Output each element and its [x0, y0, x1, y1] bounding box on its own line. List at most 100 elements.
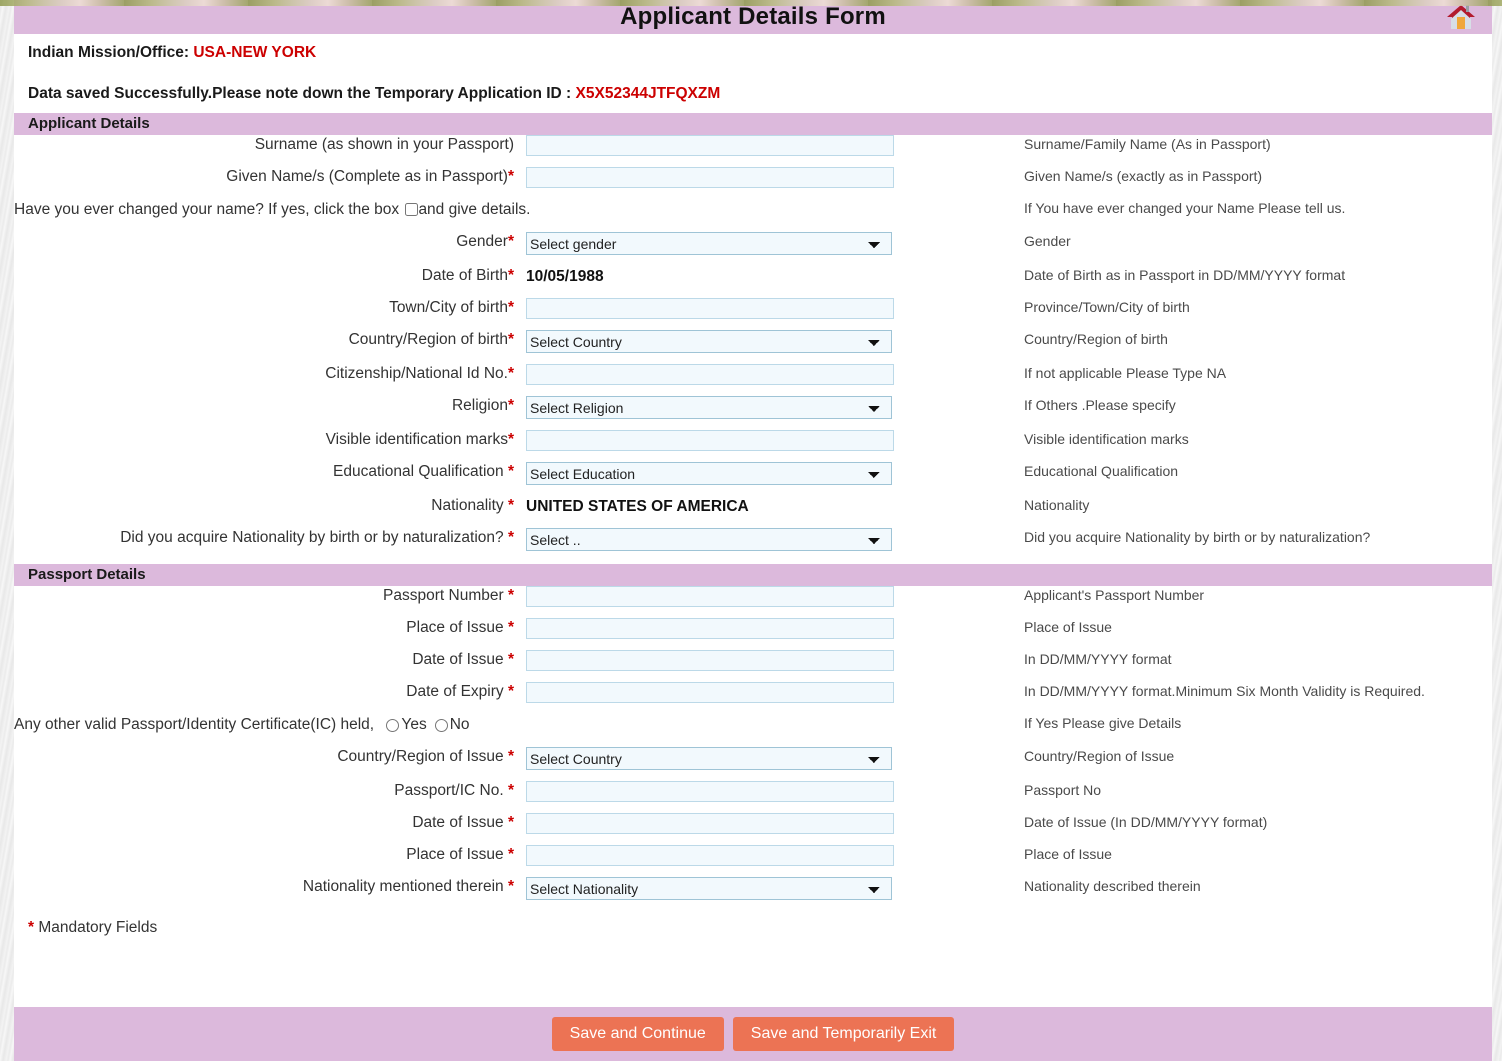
country-region-of-birth-help-text: Country/Region of birth — [1006, 330, 1492, 364]
place-of-issue-required-asterisk: * — [508, 846, 514, 863]
mandatory-fields-text: Mandatory Fields — [38, 919, 157, 936]
date-of-expiry-help-text: In DD/MM/YYYY format.Minimum Six Month V… — [1006, 682, 1492, 714]
place-of-issue-label: Place of Issue * — [14, 618, 526, 650]
town-city-of-birth-input[interactable] — [526, 298, 894, 319]
passport-ic-no-required-asterisk: * — [508, 782, 514, 799]
given-name-s-complete-as-in-passport-required-asterisk: * — [508, 168, 514, 185]
nationality-mentioned-therein-label: Nationality mentioned therein * — [14, 877, 526, 911]
form-row-citizenship-national-id-no: Citizenship/National Id No.*If not appli… — [14, 364, 1492, 396]
nationality-mentioned-therein-select[interactable]: Select Nationality — [526, 877, 892, 900]
place-of-issue-input[interactable] — [526, 618, 894, 639]
other-passport-held-radio-yes[interactable] — [386, 719, 399, 732]
field-cell-visible-identification-marks — [526, 430, 1006, 462]
educational-qualification-select[interactable]: Select Education — [526, 462, 892, 485]
educational-qualification-help-text: Educational Qualification — [1006, 462, 1492, 496]
name-changed-question: Have you ever changed your name? If yes,… — [14, 199, 1006, 232]
date-of-issue-input[interactable] — [526, 813, 894, 834]
country-region-of-birth-label: Country/Region of birth* — [14, 330, 526, 364]
home-icon[interactable] — [1446, 3, 1476, 31]
form-row-date-of-expiry: Date of Expiry * In DD/MM/YYYY format.Min… — [14, 682, 1492, 714]
field-cell-date-of-expiry — [526, 682, 1006, 714]
passport-ic-no-input[interactable] — [526, 781, 894, 802]
field-cell-educational-qualification: Select Education — [526, 462, 1006, 496]
form-row-town-city-of-birth: Town/City of birth* Province/Town/City of… — [14, 298, 1492, 330]
date-of-expiry-required-asterisk: * — [508, 683, 514, 700]
surname-as-shown-in-your-passport-input[interactable] — [526, 135, 894, 156]
save-and-continue-button[interactable]: Save and Continue — [552, 1017, 724, 1051]
town-city-of-birth-required-asterisk: * — [508, 299, 514, 316]
given-name-s-complete-as-in-passport-input[interactable] — [526, 167, 894, 188]
nationality-mentioned-therein-required-asterisk: * — [508, 878, 514, 895]
form-row-gender: Gender*Select genderGender — [14, 232, 1492, 266]
form-row-date-of-issue: Date of Issue * Date of Issue (In DD/MM/Y… — [14, 813, 1492, 845]
form-row-country-region-of-issue: Country/Region of Issue *Select CountryC… — [14, 747, 1492, 781]
other-passport-held-label-yes: Yes — [401, 716, 426, 733]
field-cell-country-region-of-birth: Select Country — [526, 330, 1006, 364]
educational-qualification-label: Educational Qualification * — [14, 462, 526, 496]
place-of-issue-help-text: Place of Issue — [1006, 845, 1492, 877]
section-header-applicant-details: Applicant Details — [14, 113, 1492, 135]
country-region-of-birth-select[interactable]: Select Country — [526, 330, 892, 353]
other-passport-held-label-no: No — [450, 716, 470, 733]
passport-number-help-text: Applicant's Passport Number — [1006, 586, 1492, 618]
did-you-acquire-nationality-by-birth-or-by-natur-select[interactable]: Select .. — [526, 528, 892, 551]
date-of-issue-input[interactable] — [526, 650, 894, 671]
date-of-issue-help-text: Date of Issue (In DD/MM/YYYY format) — [1006, 813, 1492, 845]
save-and-temporarily-exit-button[interactable]: Save and Temporarily Exit — [733, 1017, 955, 1051]
date-of-expiry-label: Date of Expiry * — [14, 682, 526, 714]
date-of-issue-help-text: In DD/MM/YYYY format — [1006, 650, 1492, 682]
date-of-birth-required-asterisk: * — [508, 267, 514, 284]
place-of-issue-input[interactable] — [526, 845, 894, 866]
field-cell-town-city-of-birth — [526, 298, 1006, 330]
visible-identification-marks-label: Visible identification marks* — [14, 430, 526, 462]
religion-select[interactable]: Select Religion — [526, 396, 892, 419]
country-region-of-issue-required-asterisk: * — [508, 748, 514, 765]
citizenship-national-id-no-input[interactable] — [526, 364, 894, 385]
date-of-expiry-input[interactable] — [526, 682, 894, 703]
field-cell-did-you-acquire-nationality-by-birth-or-by-natur: Select .. — [526, 528, 1006, 562]
page-right-texture — [1492, 0, 1502, 1061]
did-you-acquire-nationality-by-birth-or-by-natur-label: Did you acquire Nationality by birth or … — [14, 528, 526, 562]
applicant-details-table: Surname (as shown in your Passport)Surna… — [14, 135, 1492, 562]
nationality-mentioned-therein-help-text: Nationality described therein — [1006, 877, 1492, 911]
gender-select[interactable]: Select gender — [526, 232, 892, 255]
name-changed-text-after: and give details. — [418, 201, 530, 218]
passport-number-input[interactable] — [526, 586, 894, 607]
mission-office-line: Indian Mission/Office: USA-NEW YORK — [14, 34, 1492, 62]
name-changed-help-text: If You have ever changed your Name Pleas… — [1006, 199, 1492, 232]
form-row-place-of-issue: Place of Issue * Place of Issue — [14, 845, 1492, 877]
surname-as-shown-in-your-passport-label: Surname (as shown in your Passport) — [14, 135, 526, 167]
form-row-name-changed: Have you ever changed your name? If yes,… — [14, 199, 1492, 232]
field-cell-date-of-issue — [526, 650, 1006, 682]
country-region-of-issue-select[interactable]: Select Country — [526, 747, 892, 770]
save-status-message: Data saved Successfully.Please note down… — [28, 85, 571, 102]
field-cell-passport-ic-no — [526, 781, 1006, 813]
nationality-required-asterisk: * — [508, 497, 514, 514]
visible-identification-marks-required-asterisk: * — [508, 431, 514, 448]
visible-identification-marks-help-text: Visible identification marks — [1006, 430, 1492, 462]
form-page: Applicant Details Form Indian Mission/Of… — [14, 0, 1492, 1061]
field-cell-surname-as-shown-in-your-passport — [526, 135, 1006, 167]
field-cell-religion: Select Religion — [526, 396, 1006, 430]
citizenship-national-id-no-help-text: If not applicable Please Type NA — [1006, 364, 1492, 396]
date-of-issue-required-asterisk: * — [508, 814, 514, 831]
town-city-of-birth-label: Town/City of birth* — [14, 298, 526, 330]
town-city-of-birth-help-text: Province/Town/City of birth — [1006, 298, 1492, 330]
religion-required-asterisk: * — [508, 397, 514, 414]
field-cell-nationality-mentioned-therein: Select Nationality — [526, 877, 1006, 911]
date-of-issue-label: Date of Issue * — [14, 813, 526, 845]
form-row-other-passport-held: Any other valid Passport/Identity Certif… — [14, 714, 1492, 747]
nationality-value: UNITED STATES OF AMERICA — [526, 498, 749, 515]
save-status-line: Data saved Successfully.Please note down… — [14, 62, 1492, 111]
date-of-birth-help-text: Date of Birth as in Passport in DD/MM/YY… — [1006, 266, 1492, 298]
name-changed-checkbox[interactable] — [405, 203, 418, 216]
place-of-issue-label: Place of Issue * — [14, 845, 526, 877]
other-passport-held-radio-no[interactable] — [435, 719, 448, 732]
citizenship-national-id-no-required-asterisk: * — [508, 365, 514, 382]
temporary-application-id: X5X52344JTFQXZM — [576, 85, 721, 102]
visible-identification-marks-input[interactable] — [526, 430, 894, 451]
form-row-date-of-birth: Date of Birth*10/05/1988Date of Birth as… — [14, 266, 1492, 298]
field-cell-place-of-issue — [526, 845, 1006, 877]
mandatory-asterisk: * — [28, 919, 34, 936]
form-row-place-of-issue: Place of Issue *Place of Issue — [14, 618, 1492, 650]
